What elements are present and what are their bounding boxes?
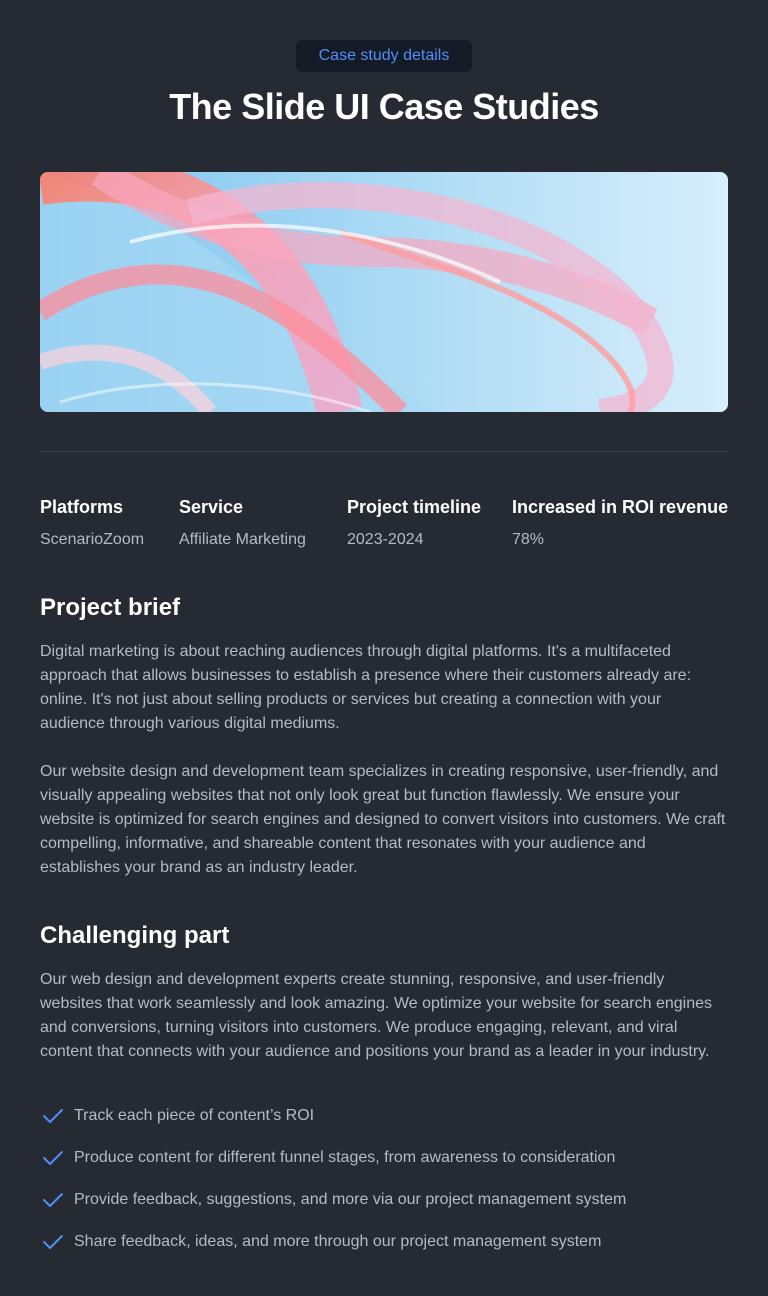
stat-value: 78% xyxy=(512,531,545,548)
hero-image xyxy=(40,172,728,412)
checkmark-icon xyxy=(43,1109,63,1123)
checkmark-icon xyxy=(43,1235,63,1249)
list-item-text: Track each piece of content’s ROI xyxy=(74,1107,315,1124)
list-item: Produce content for different funnel sta… xyxy=(40,1146,730,1170)
stat-label: Project timeline xyxy=(347,497,482,517)
case-study-badge: Case study details xyxy=(296,40,472,72)
stat-value: Affiliate Marketing xyxy=(179,531,306,548)
project-brief-paragraph: Our website design and development team … xyxy=(40,763,726,876)
list-item: Track each piece of content’s ROI xyxy=(40,1104,730,1128)
stat-value: 2023-2024 xyxy=(347,531,424,548)
list-item-text: Share feedback, ideas, and more through … xyxy=(74,1233,602,1250)
stat-platforms: Platforms ScenarioZoom xyxy=(40,496,144,550)
stat-value: ScenarioZoom xyxy=(40,531,145,548)
page-title: The Slide UI Case Studies xyxy=(169,86,599,127)
list-item: Provide feedback, suggestions, and more … xyxy=(40,1188,730,1212)
stat-label: Platforms xyxy=(40,497,124,517)
checkmark-icon xyxy=(43,1193,63,1207)
abstract-glass-waves-image xyxy=(40,172,728,412)
list-item-text: Provide feedback, suggestions, and more … xyxy=(74,1191,627,1208)
stat-label: Service xyxy=(179,497,244,517)
list-item: Share feedback, ideas, and more through … xyxy=(40,1230,730,1254)
project-brief-paragraph: Digital marketing is about reaching audi… xyxy=(40,643,692,732)
stat-label: Increased in ROI revenue xyxy=(512,497,729,517)
stat-timeline: Project timeline 2023-2024 xyxy=(347,496,481,550)
divider xyxy=(40,451,728,452)
challenging-part-title: Challenging part xyxy=(40,922,230,949)
list-item-text: Produce content for different funnel sta… xyxy=(74,1149,616,1166)
stat-roi: Increased in ROI revenue 78% xyxy=(512,496,728,550)
feature-checklist: Track each piece of content’s ROI Produc… xyxy=(40,1104,730,1272)
project-brief-title: Project brief xyxy=(40,594,181,621)
checkmark-icon xyxy=(43,1151,63,1165)
challenging-part-paragraph: Our web design and development experts c… xyxy=(40,971,713,1060)
stat-service: Service Affiliate Marketing xyxy=(179,496,306,550)
